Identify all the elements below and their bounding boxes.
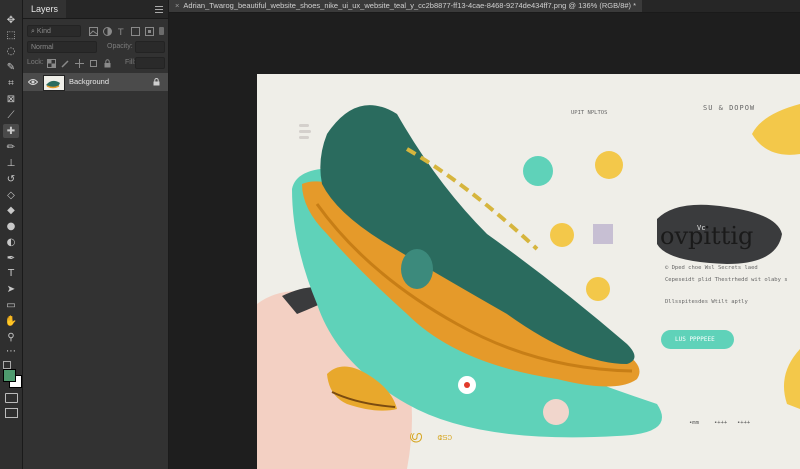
canvas[interactable]: SU & DOPOW UPIT NPLTOS Vc ovpittig © Dpe… (257, 74, 800, 469)
body-line-3: Dllsspitesdes Wtilt aptly (665, 299, 748, 305)
path-select-icon[interactable]: ➤ (3, 282, 19, 296)
dodge-icon[interactable]: ◐ (3, 235, 19, 249)
headline: ovpittig (660, 222, 754, 250)
layer-filter-select[interactable]: ⌕ Kind (27, 25, 81, 37)
filter-smart-object-icon[interactable] (145, 27, 154, 36)
layer-thumbnail (43, 75, 65, 91)
brush-icon[interactable]: ✏ (3, 140, 19, 154)
zoom-icon[interactable]: ⚲ (3, 330, 19, 344)
lock-icon (153, 78, 160, 86)
more-tools-icon[interactable]: ⋯ (3, 344, 19, 358)
yellow-circle-1 (595, 151, 623, 179)
body-line-2: Cepeseidt plid Thestrhedd wit olaby s (665, 277, 788, 283)
default-colors-icon[interactable] (3, 361, 11, 369)
frame-icon[interactable]: ⊠ (3, 92, 19, 106)
lock-all-icon[interactable] (103, 59, 112, 68)
label-top: UPIT NPLTOS (571, 110, 608, 116)
bottom-script-2: ടോ (437, 433, 452, 443)
lasso-icon[interactable]: ◌ (3, 44, 19, 58)
layer-row-background[interactable]: Background (23, 73, 168, 91)
document-tab[interactable]: × Adrian_Twarog_beautiful_website_shoes_n… (169, 0, 643, 12)
pill-button-label[interactable]: LUS PPPPEEE (675, 336, 715, 343)
clone-stamp-icon[interactable]: ⊥ (3, 156, 19, 170)
footer-item-1: •mm (689, 420, 699, 426)
heart-cutout (401, 249, 433, 289)
layers-panel: Layers ⌕ Kind T Normal Opacity: Lock: Fi… (23, 0, 169, 469)
quick-mask-icon[interactable] (5, 393, 18, 403)
teal-circle (523, 156, 553, 186)
foreground-color-swatch[interactable] (3, 369, 16, 382)
panel-menu-icon[interactable] (154, 4, 164, 14)
history-brush-icon[interactable]: ↺ (3, 172, 19, 186)
filter-shape-icon[interactable] (131, 27, 140, 36)
footer-item-2: •+++ (714, 420, 728, 426)
rectangle-icon[interactable]: ▭ (3, 298, 19, 312)
white-pill-left (543, 399, 569, 425)
filter-toggle[interactable] (159, 27, 164, 35)
blend-row: Normal Opacity: (27, 40, 165, 54)
yellow-blob-bottom (783, 349, 800, 409)
filter-adjustment-icon[interactable] (103, 27, 112, 36)
fill-input[interactable] (135, 57, 165, 69)
filter-type-icon[interactable]: T (117, 27, 126, 36)
pen-icon[interactable]: ✒ (3, 251, 19, 265)
opacity-label: Opacity: (107, 43, 133, 50)
yellow-circle-2 (550, 223, 574, 247)
top-right-text: SU & DOPOW (703, 104, 756, 112)
lavender-tag (593, 224, 613, 244)
healing-icon[interactable]: ✚ (3, 124, 19, 138)
crop-icon[interactable]: ⌗ (3, 76, 19, 90)
lock-label: Lock: (27, 59, 44, 66)
screen-mode-icon[interactable] (5, 408, 18, 418)
move-icon[interactable]: ✥ (3, 13, 19, 27)
close-icon[interactable]: × (175, 1, 179, 10)
lock-transparent-icon[interactable] (47, 59, 56, 68)
panel-tab-bar: Layers (23, 0, 168, 19)
lock-pixels-icon[interactable] (61, 59, 70, 68)
yellow-blob-top (752, 104, 800, 155)
svg-text:T: T (117, 28, 124, 36)
eye-icon[interactable] (28, 78, 38, 86)
type-icon[interactable]: T (3, 266, 19, 280)
gray-rings (299, 124, 311, 139)
blur-icon[interactable]: ● (3, 219, 19, 233)
lock-row: Lock: Fill: (27, 56, 165, 70)
tab-layers[interactable]: Layers (23, 0, 67, 18)
marquee-icon[interactable]: ⬚ (3, 28, 19, 42)
lock-position-icon[interactable] (75, 59, 84, 68)
layer-name[interactable]: Background (69, 73, 109, 91)
yellow-circle-3 (586, 277, 610, 301)
eyedropper-icon[interactable]: ⟋ (3, 108, 19, 122)
eraser-icon[interactable]: ◇ (3, 188, 19, 202)
quick-select-icon[interactable]: ✎ (3, 60, 19, 74)
document-title: Adrian_Twarog_beautiful_website_shoes_ni… (183, 1, 637, 10)
hand-icon[interactable]: ✋ (3, 314, 19, 328)
tools-panel: ✥ ⬚ ◌ ✎ ⌗ ⊠ ⟋ ✚ ✏ ⊥ ↺ ◇ ◆ ● ◐ ✒ T ➤ ▭ ✋ ⚲ ⋯ (0, 0, 23, 469)
body-line-1: © Dped choe Wsl Secrets laed (665, 265, 758, 271)
paint-bucket-icon[interactable]: ◆ (3, 203, 19, 217)
filter-image-icon[interactable] (89, 27, 98, 36)
bottom-script: ഗ്ര (409, 429, 422, 443)
opacity-input[interactable] (135, 41, 165, 53)
footer-item-3: •+++ (737, 420, 751, 426)
artwork-image (257, 104, 800, 469)
document-tab-bar: × Adrian_Twarog_beautiful_website_shoes_n… (169, 0, 800, 13)
filter-kind-label: Kind (36, 28, 51, 35)
lock-artboard-icon[interactable] (89, 59, 98, 68)
blend-mode-select[interactable]: Normal (27, 41, 97, 53)
filter-row: ⌕ Kind T (27, 24, 164, 38)
